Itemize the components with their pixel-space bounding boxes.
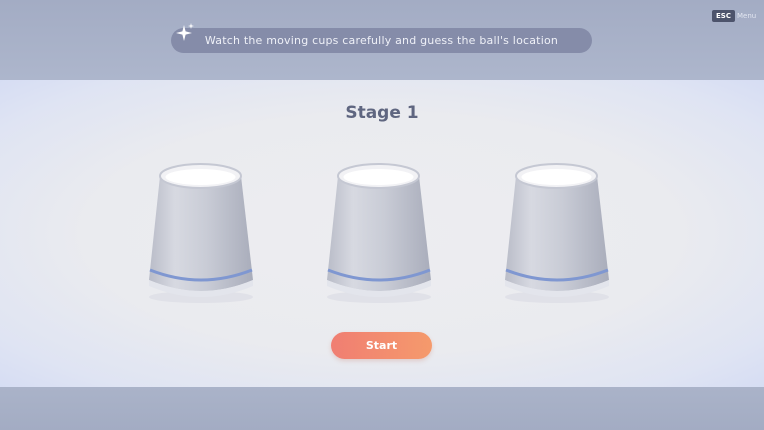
instruction-text: Watch the moving cups carefully and gues… (204, 34, 559, 47)
start-button[interactable]: Start (331, 332, 432, 359)
cup-right[interactable] (504, 162, 614, 312)
instruction-banner: Watch the moving cups carefully and gues… (171, 28, 592, 53)
sparkle-icon (173, 22, 195, 44)
esc-key-label: ESC (716, 11, 731, 20)
bottom-band (0, 387, 764, 430)
cup-left[interactable] (148, 162, 258, 312)
esc-key-badge[interactable]: ESC (712, 10, 735, 22)
cup-middle[interactable] (326, 162, 436, 312)
menu-label[interactable]: Menu (737, 10, 756, 22)
stage-title: Stage 1 (345, 103, 419, 123)
